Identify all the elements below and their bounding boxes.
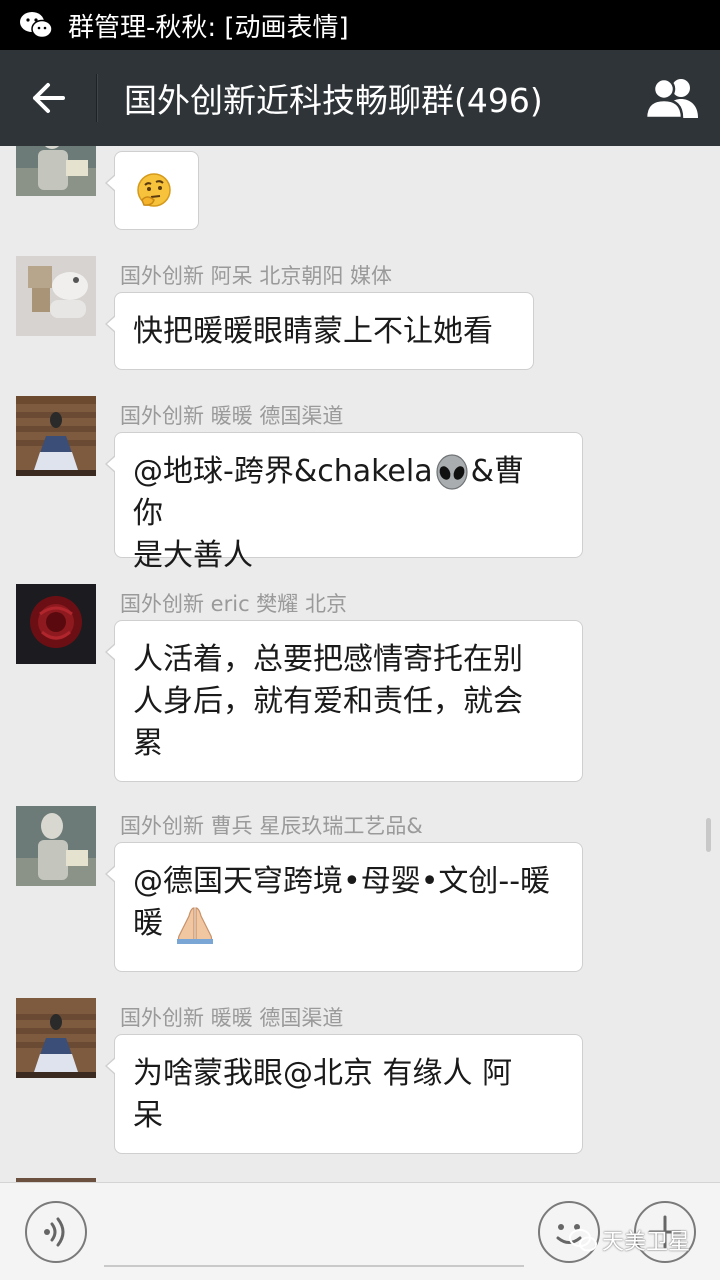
avatar-robot[interactable] [16,806,96,886]
voice-button[interactable] [25,1201,87,1263]
avatar-robot[interactable] [16,146,96,196]
message-input[interactable] [104,1203,524,1267]
wechat-watermark-icon [569,1229,597,1252]
message-text: 人活着，总要把感情寄托在别 [133,642,523,677]
group-members-icon [644,77,698,120]
robot-avatar-image [16,146,96,196]
back-button[interactable] [0,50,96,146]
message-text-line: 暖 [133,903,562,945]
group-info-button[interactable] [624,50,720,146]
message-text: @地球-跨界&chakela [133,454,433,489]
message-text-line: @地球-跨界&chakela &曹 你 [133,451,562,535]
message-bubble[interactable]: 人活着，总要把感情寄托在别 人身后，就有爱和责任，就会 累 [105,620,583,782]
girl-stairs-avatar-image [16,396,96,476]
folded-hands-emoji-icon [176,906,213,944]
alien-emoji-icon [435,453,468,490]
watermark-text: 天美卫星 [602,1230,691,1255]
sender-name: 国外创新 曹兵 星辰玖瑞工艺品& [120,814,423,838]
message-bubble[interactable]: @德国天穹跨境•母婴•文创--暖 暖 [105,842,583,972]
chat-title: 国外创新近科技畅聊群(496) [124,81,543,120]
avatar-rose[interactable] [16,584,96,664]
message-bubble[interactable] [105,151,199,230]
message-text: @德国天穹跨境•母婴•文创--暖 [133,864,551,899]
message-text: 人身后，就有爱和责任，就会 [133,684,523,719]
status-bar: 群管理-秋秋: [动画表情] [0,0,720,50]
message-text: 为啥蒙我眼@北京 有缘人 阿 [133,1056,513,1091]
danboard-avatar-image [16,256,96,336]
sender-name: 国外创新 阿呆 北京朝阳 媒体 [120,264,393,288]
sender-name: 国外创新 暖暖 德国渠道 [120,1006,344,1030]
message-text: 暖 [133,906,163,941]
message-text: 是大善人 [133,538,253,573]
avatar-girl-stairs[interactable] [16,998,96,1078]
message-bubble[interactable]: 为啥蒙我眼@北京 有缘人 阿 呆 [105,1034,583,1154]
watermark: 天美卫星 [568,1224,690,1256]
chat-message-list[interactable]: 国外创新 阿呆 北京朝阳 媒体 快把暖暖眼睛蒙上不让她看 国外创新 暖暖 德国渠… [0,146,720,1182]
thinking-face-emoji-icon [137,173,171,207]
sender-name: 国外创新 暖暖 德国渠道 [120,404,344,428]
title-bar: 国外创新近科技畅聊群(496) [0,50,720,146]
message-text: 呆 [133,1098,163,1133]
girl-stairs-avatar-image [16,998,96,1078]
scrollbar[interactable] [706,818,711,852]
wechat-icon [20,12,53,39]
notification-text: 群管理-秋秋: [动画表情] [68,12,349,43]
sender-name: 国外创新 eric 樊耀 北京 [120,592,347,616]
message-bubble[interactable]: 快把暖暖眼睛蒙上不让她看 [105,292,534,370]
arrow-left-icon [33,83,65,113]
message-text: 累 [133,726,163,761]
message-text: 快把暖暖眼睛蒙上不让她看 [133,314,493,349]
message-bubble[interactable]: @地球-跨界&chakela &曹 你 是大善人 [105,432,583,573]
rose-avatar-image [16,584,96,664]
voice-icon [44,1217,65,1247]
robot-avatar-image [16,806,96,886]
avatar-danboard[interactable] [16,256,96,336]
avatar-girl-stairs[interactable] [16,396,96,476]
